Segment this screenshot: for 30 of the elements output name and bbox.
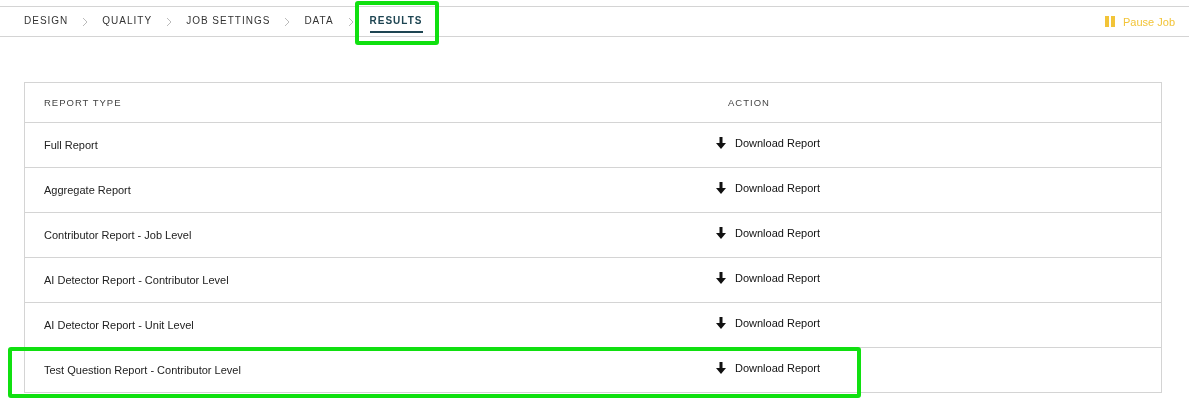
table-cell-text: AI Detector Report - Contributor Level bbox=[43, 274, 230, 286]
chevron-right-icon bbox=[166, 16, 173, 27]
download-arrow-icon bbox=[716, 362, 726, 374]
table-cell-text: AI Detector Report - Unit Level bbox=[43, 319, 195, 331]
chevron-right-icon bbox=[347, 16, 354, 27]
chevron-right-icon bbox=[284, 16, 291, 27]
download-arrow-icon bbox=[716, 317, 726, 329]
download-report-button[interactable]: Download Report bbox=[716, 272, 820, 284]
step-tab[interactable]: JOB SETTINGS bbox=[186, 7, 271, 36]
chevron-right-icon bbox=[82, 16, 89, 27]
download-arrow-icon bbox=[716, 137, 726, 149]
table-cell-text: Aggregate Report bbox=[43, 184, 132, 196]
download-arrow-icon bbox=[716, 227, 726, 239]
step-tab[interactable]: DESIGN bbox=[24, 7, 69, 36]
download-report-button[interactable]: Download Report bbox=[716, 227, 820, 239]
download-report-button[interactable]: Download Report bbox=[716, 182, 820, 194]
table-cell-text: Test Question Report - Contributor Level bbox=[43, 364, 242, 376]
table-cell-text: Contributor Report - Job Level bbox=[43, 229, 193, 241]
pause-icon bbox=[1105, 16, 1115, 27]
table-cell-text: Full Report bbox=[43, 139, 99, 151]
column-header: ACTION bbox=[727, 97, 771, 108]
download-arrow-icon bbox=[716, 182, 726, 194]
step-tab[interactable]: DATA bbox=[304, 7, 334, 36]
download-report-button[interactable]: Download Report bbox=[716, 137, 820, 149]
download-report-button[interactable]: Download Report bbox=[716, 362, 820, 374]
column-header: REPORT TYPE bbox=[43, 97, 123, 108]
download-report-button[interactable]: Download Report bbox=[716, 317, 820, 329]
step-tab[interactable]: QUALITY bbox=[102, 7, 153, 36]
step-tab[interactable]: RESULTS bbox=[369, 9, 423, 33]
download-arrow-icon bbox=[716, 272, 726, 284]
